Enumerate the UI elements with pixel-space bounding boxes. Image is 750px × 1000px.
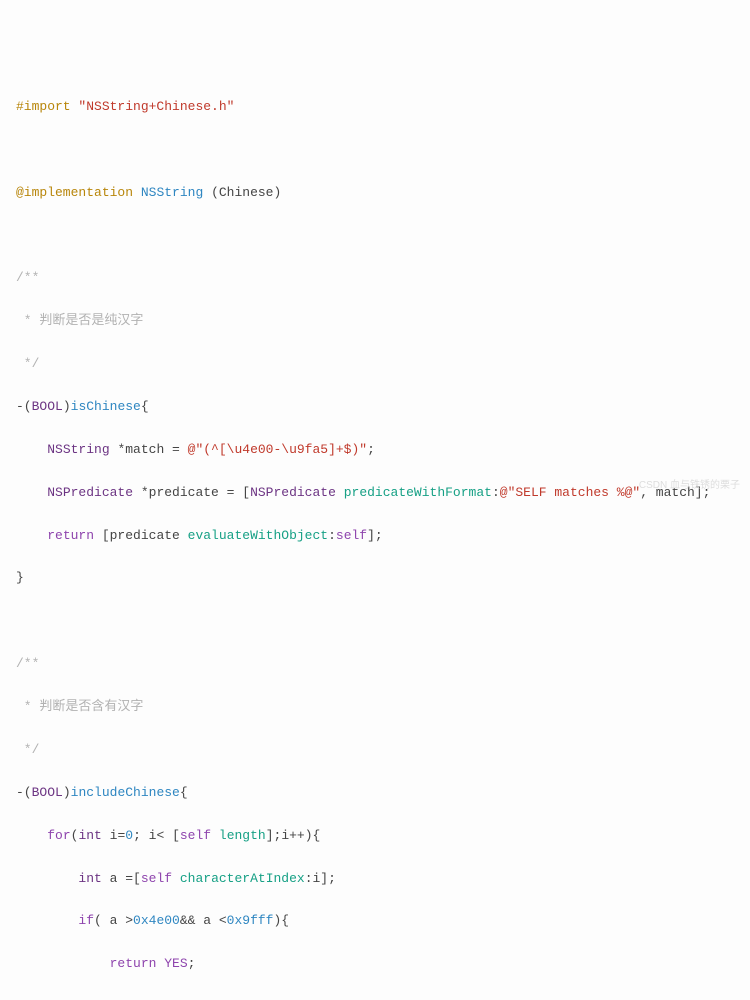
code-text [336,485,344,500]
selector: predicateWithFormat [344,485,492,500]
type: NSPredicate [47,485,133,500]
code-text: && a < [180,913,227,928]
method-sig: ) [63,399,71,414]
code-text: a =[ [102,871,141,886]
keyword-self: self [336,528,367,543]
comment-line: /** [16,653,734,674]
code-text: [predicate [94,528,188,543]
code-text [211,828,219,843]
semicolon: ; [367,442,375,457]
comment-line: */ [16,353,734,374]
method-name: isChinese [71,399,141,414]
code-text: : [328,528,336,543]
type: int [78,871,101,886]
string-literal: @"SELF matches %@" [500,485,640,500]
selector: evaluateWithObject [188,528,328,543]
preproc-import: #import [16,99,71,114]
comment-line: */ [16,739,734,760]
method-sig: -( [16,785,32,800]
keyword-return: return [110,956,157,971]
code-line-blank [16,224,734,245]
return-type: BOOL [32,399,63,414]
brace-open: { [180,785,188,800]
code-text: ( [71,828,79,843]
code-text: ; i< [ [133,828,180,843]
keyword-for: for [47,828,70,843]
brace-close: } [78,999,86,1000]
number: 0x4e00 [133,913,180,928]
type: NSString [47,442,109,457]
code-line: -(BOOL)includeChinese{ [16,782,734,803]
code-text: ( a > [94,913,133,928]
method-sig: ) [63,785,71,800]
code-line: } [16,996,734,1000]
code-line: return YES; [16,953,734,974]
code-text: i= [102,828,125,843]
comment-line: * 判断是否是纯汉字 [16,310,734,331]
code-text [156,956,164,971]
code-line: #import "NSString+Chinese.h" [16,96,734,117]
keyword-self: self [141,871,172,886]
brace-open: { [141,399,149,414]
keyword-return: return [47,528,94,543]
code-text: ]; [367,528,383,543]
class-name: NSString [141,185,203,200]
code-line: NSString *match = @"(^[\u4e00-\u9fa5]+$)… [16,439,734,460]
watermark: CSDN 血与铁锈的栗子 [639,478,740,495]
method-sig: -( [16,399,32,414]
return-type: BOOL [32,785,63,800]
selector: length [219,828,266,843]
const-yes: YES [164,956,187,971]
category-name: (Chinese) [211,185,281,200]
brace-close: } [16,567,734,588]
code-text: :i]; [305,871,336,886]
code-line-blank [16,139,734,160]
code-line: for(int i=0; i< [self length];i++){ [16,825,734,846]
keyword-if: if [78,913,94,928]
semicolon: ; [188,956,196,971]
selector: characterAtIndex [180,871,305,886]
method-name: includeChinese [71,785,180,800]
code-text: : [492,485,500,500]
code-line-blank [16,610,734,631]
import-path-string: "NSString+Chinese.h" [78,99,234,114]
string-literal: @"(^[\u4e00-\u9fa5]+$)" [188,442,367,457]
code-line: return [predicate evaluateWithObject:sel… [16,525,734,546]
code-line: int a =[self characterAtIndex:i]; [16,868,734,889]
keyword-self: self [180,828,211,843]
code-text: *match = [110,442,188,457]
code-line: @implementation NSString (Chinese) [16,182,734,203]
code-text: *predicate = [ [133,485,250,500]
code-text: ){ [273,913,289,928]
code-line: -(BOOL)isChinese{ [16,396,734,417]
comment-line: * 判断是否含有汉字 [16,696,734,717]
at-implementation: @implementation [16,185,133,200]
comment-line: /** [16,267,734,288]
number: 0 [125,828,133,843]
type: int [78,828,101,843]
code-line: if( a >0x4e00&& a <0x9fff){ [16,910,734,931]
type: NSPredicate [250,485,336,500]
number: 0x9fff [227,913,274,928]
code-text: ];i++){ [266,828,321,843]
code-text [172,871,180,886]
